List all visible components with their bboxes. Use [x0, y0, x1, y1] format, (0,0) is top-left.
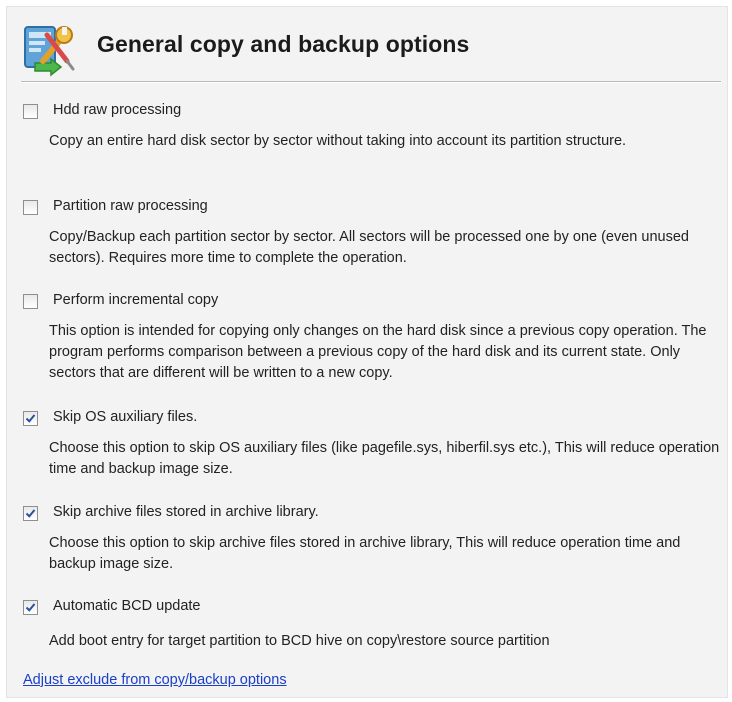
header: General copy and backup options — [7, 7, 727, 87]
skip-archive-files-checkbox[interactable] — [23, 506, 38, 521]
option-automatic-bcd-update: Automatic BCD update Add boot entry for … — [23, 597, 723, 652]
option-description: Add boot entry for target partition to B… — [49, 633, 550, 649]
settings-wrench-icon — [21, 21, 77, 77]
option-row[interactable]: Hdd raw processing — [23, 101, 723, 123]
option-row[interactable]: Skip archive files stored in archive lib… — [23, 503, 723, 525]
option-partition-raw-processing: Partition raw processing Copy/Backup eac… — [23, 197, 723, 269]
option-row[interactable]: Perform incremental copy — [23, 291, 723, 313]
adjust-exclude-link[interactable]: Adjust exclude from copy/backup options — [23, 672, 287, 688]
option-row[interactable]: Automatic BCD update — [23, 597, 723, 619]
option-description: Choose this option to skip archive files… — [49, 535, 681, 572]
option-label[interactable]: Skip archive files stored in archive lib… — [53, 504, 319, 520]
option-label[interactable]: Perform incremental copy — [53, 292, 218, 308]
option-perform-incremental-copy: Perform incremental copy This option is … — [23, 291, 723, 384]
skip-os-auxiliary-files-checkbox[interactable] — [23, 411, 38, 426]
partition-raw-processing-checkbox[interactable] — [23, 200, 38, 215]
option-label[interactable]: Skip OS auxiliary files. — [53, 409, 197, 425]
checkmark-icon — [25, 603, 36, 612]
option-description: Choose this option to skip OS auxiliary … — [49, 440, 720, 477]
perform-incremental-copy-checkbox[interactable] — [23, 294, 38, 309]
checkmark-icon — [25, 509, 36, 518]
option-description: Copy an entire hard disk sector by secto… — [49, 133, 627, 149]
option-label[interactable]: Hdd raw processing — [53, 102, 181, 118]
header-divider — [21, 81, 721, 83]
option-description: This option is intended for copying only… — [49, 323, 707, 381]
option-description: Copy/Backup each partition sector by sec… — [49, 229, 689, 266]
option-label[interactable]: Partition raw processing — [53, 198, 208, 214]
checkmark-icon — [25, 414, 36, 423]
option-label[interactable]: Automatic BCD update — [53, 598, 201, 614]
option-skip-os-auxiliary-files: Skip OS auxiliary files. Choose this opt… — [23, 408, 723, 480]
option-row[interactable]: Partition raw processing — [23, 197, 723, 219]
page-title: General copy and backup options — [97, 31, 470, 57]
options-panel: General copy and backup options Hdd raw … — [6, 6, 728, 698]
hdd-raw-processing-checkbox[interactable] — [23, 104, 38, 119]
option-hdd-raw-processing: Hdd raw processing Copy an entire hard d… — [23, 101, 723, 152]
automatic-bcd-update-checkbox[interactable] — [23, 600, 38, 615]
option-row[interactable]: Skip OS auxiliary files. — [23, 408, 723, 430]
option-skip-archive-files: Skip archive files stored in archive lib… — [23, 503, 723, 575]
